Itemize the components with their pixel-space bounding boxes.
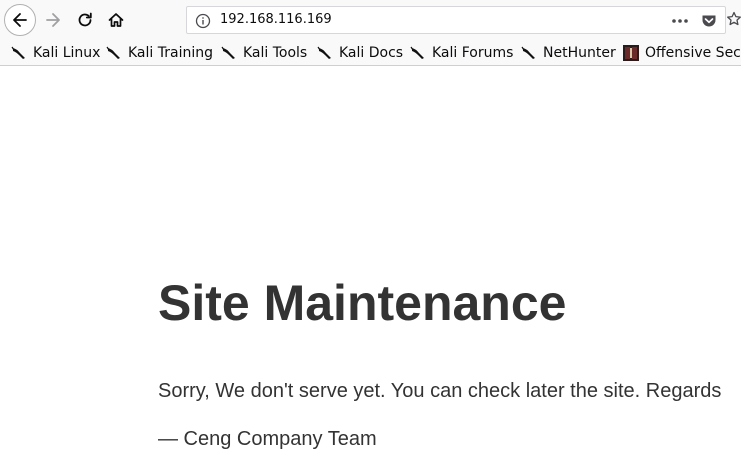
browser-toolbar: 192.168.116.169 [0, 0, 741, 40]
back-button[interactable] [4, 4, 36, 36]
bookmark-label: Kali Training [128, 45, 213, 61]
info-icon[interactable] [195, 13, 211, 29]
bookmark-kali-training[interactable]: Kali Training [106, 44, 213, 62]
page-content: Site Maintenance Sorry, We don't serve y… [0, 66, 741, 475]
bookmark-label: NetHunter [543, 45, 616, 61]
home-icon [108, 13, 124, 27]
bookmark-label: Kali Linux [33, 45, 101, 61]
bookmark-label: Offensive Secu [645, 45, 741, 61]
bookmark-kali-linux[interactable]: Kali Linux [11, 44, 100, 62]
star-icon[interactable] [727, 11, 741, 27]
kali-dragon-icon [410, 46, 424, 59]
reload-button[interactable] [69, 4, 101, 36]
maintenance-message: Sorry, We don't serve yet. You can check… [158, 380, 722, 402]
bookmark-kali-docs[interactable]: Kali Docs [317, 44, 403, 62]
page-title: Site Maintenance [158, 275, 567, 331]
bookmarks-toolbar: Kali Linux Kali Training Kali Tools Kali… [0, 40, 741, 66]
more-options-icon[interactable] [671, 13, 689, 29]
offsec-icon [623, 45, 639, 61]
kali-dragon-icon [106, 46, 120, 59]
back-arrow-icon [13, 13, 27, 27]
forward-button[interactable] [37, 4, 69, 36]
bookmark-label: Kali Tools [243, 45, 308, 61]
kali-dragon-icon [221, 46, 235, 59]
forward-arrow-icon [46, 13, 60, 27]
url-bar[interactable]: 192.168.116.169 [186, 6, 726, 34]
kali-dragon-icon [11, 46, 25, 59]
bookmark-kali-tools[interactable]: Kali Tools [221, 44, 307, 62]
bookmark-nethunter[interactable]: NetHunter [521, 44, 616, 62]
home-button[interactable] [100, 4, 132, 36]
bookmark-kali-forums[interactable]: Kali Forums [410, 44, 513, 62]
bookmark-label: Kali Docs [339, 45, 404, 61]
bookmark-offensive-security[interactable]: Offensive Secu [623, 44, 741, 62]
reload-icon [78, 12, 92, 27]
bookmark-label: Kali Forums [432, 45, 514, 61]
signature: — Ceng Company Team [158, 428, 377, 450]
pocket-icon[interactable] [701, 13, 717, 29]
url-text[interactable]: 192.168.116.169 [220, 12, 332, 27]
kali-dragon-icon [317, 46, 331, 59]
kali-dragon-icon [521, 46, 535, 59]
